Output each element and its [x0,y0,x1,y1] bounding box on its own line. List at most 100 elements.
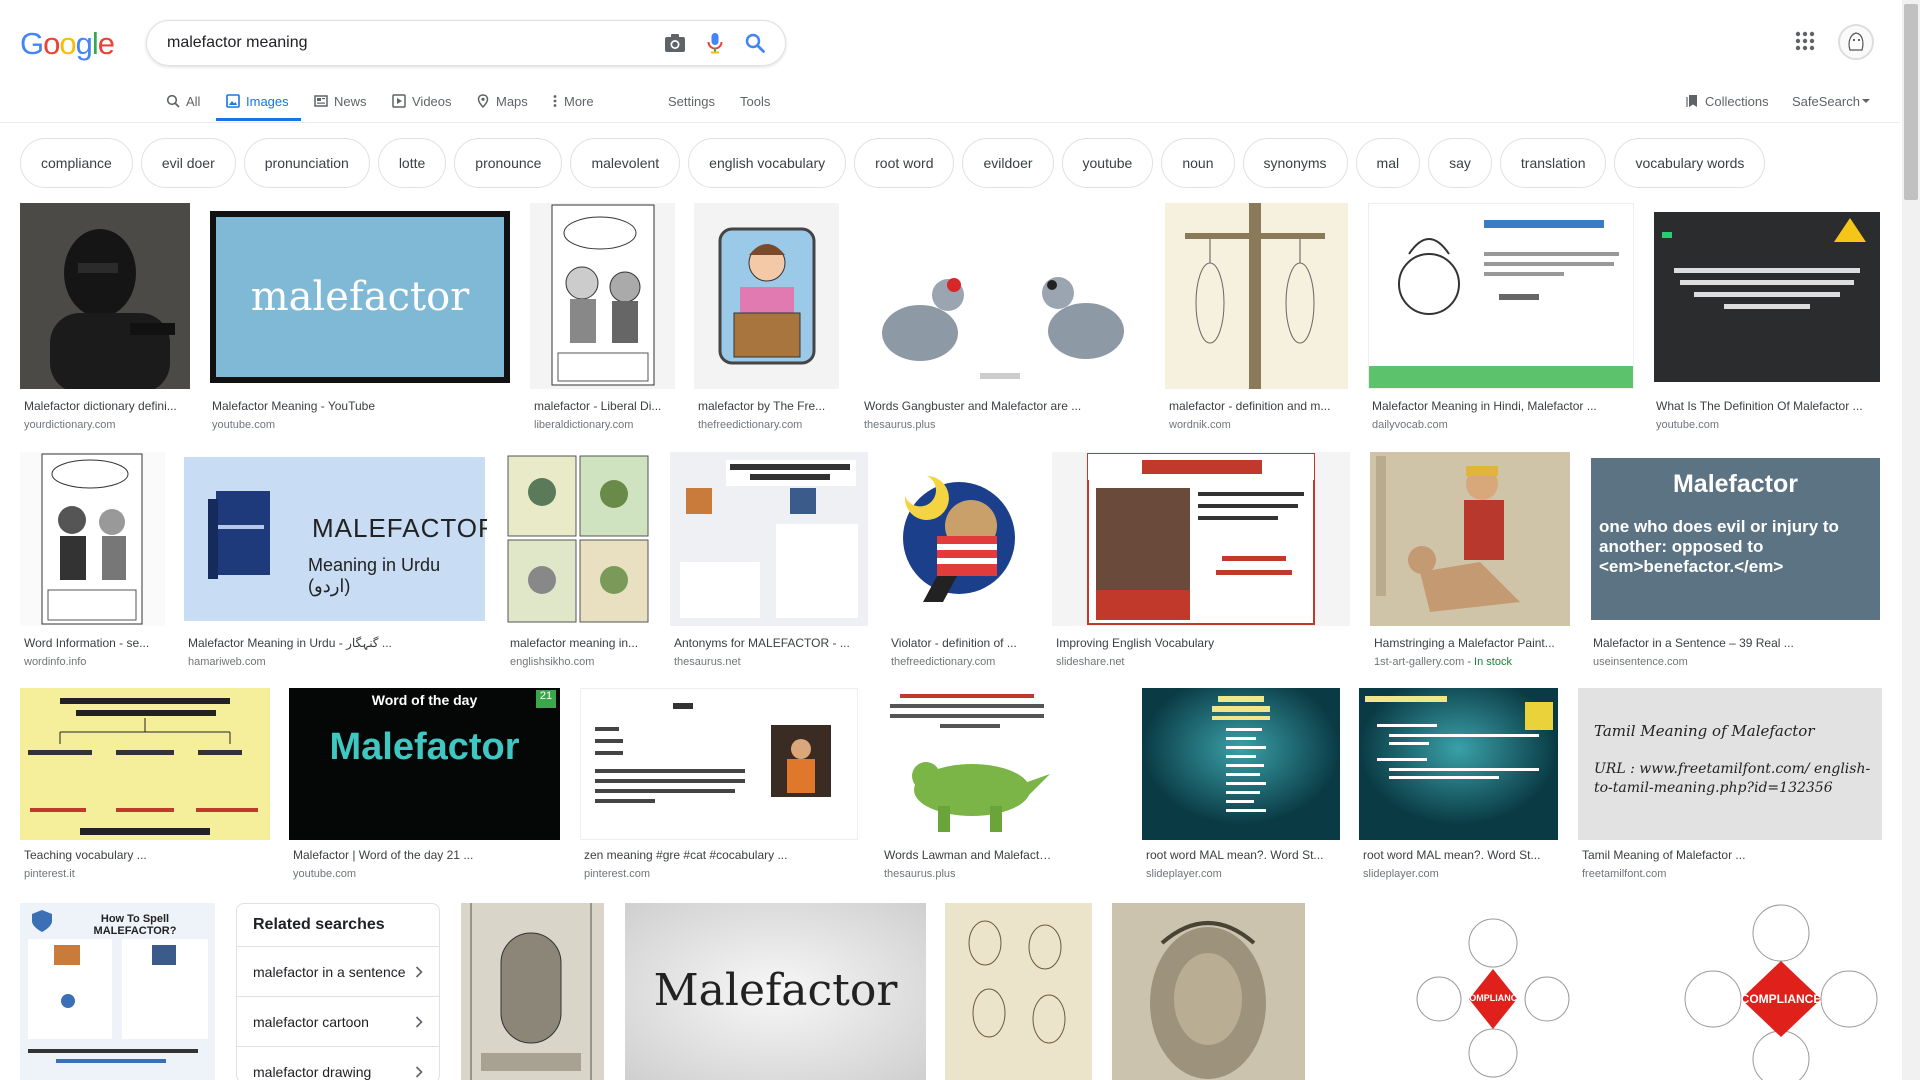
image-result[interactable]: malefactor - definition and m... wordnik… [1165,203,1348,435]
tab-label: Images [246,93,289,109]
result-title: root word MAL mean?. Word St... [1146,848,1324,862]
tab-images[interactable]: Images [226,90,289,112]
settings-link[interactable]: Settings [668,90,715,112]
chip[interactable]: pronunciation [243,138,370,188]
result-source: yourdictionary.com [24,419,116,431]
image-result[interactable] [461,903,604,1080]
image-result[interactable]: Malefactor Meaning in Hindi, Malefactor … [1368,203,1634,435]
image-result[interactable]: MALEFACTOR Meaning in Urdu (اردو) Malefa… [184,452,487,668]
search-icon [166,94,180,108]
chip[interactable]: english vocabulary [688,138,847,188]
result-thumbnail [945,903,1092,1080]
google-logo[interactable]: Google [20,26,115,62]
thumb-text: MALEFACTOR [312,513,487,543]
image-result[interactable]: malefactor Malefactor Meaning - YouTube … [210,203,510,435]
related-search-item[interactable]: malefactor drawing [237,1046,439,1080]
thumb-text: COMPLIANCE [1740,992,1822,1006]
result-source: hamariweb.com [188,656,266,668]
chip[interactable]: evildoer [962,138,1054,188]
thumb-text: Tamil Meaning of Malefactor [1594,722,1815,740]
result-source: dailyvocab.com [1372,419,1448,431]
image-result[interactable]: Improving English Vocabulary slideshare.… [1052,452,1350,668]
image-result[interactable]: Malefactor [625,903,926,1080]
camera-icon[interactable] [655,23,695,63]
image-result[interactable]: Teaching vocabulary ... pinterest.it [20,688,270,884]
image-result[interactable] [1112,903,1305,1080]
image-result[interactable]: How To Spell MALEFACTOR? [20,903,215,1080]
image-result[interactable]: Words Lawman and Malefactor are ... thes… [880,688,1054,884]
account-avatar[interactable] [1838,24,1874,60]
tab-more[interactable]: More [552,90,594,112]
image-result[interactable]: root word MAL mean?. Word St... slidepla… [1142,688,1340,884]
result-title: Malefactor dictionary defini... [24,399,177,413]
result-title: malefactor - definition and m... [1169,399,1331,413]
image-result[interactable] [945,903,1092,1080]
related-heading: Related searches [253,916,385,933]
image-result[interactable]: malefactor by The Fre... thefreedictiona… [694,203,839,435]
image-result[interactable]: Word Information - se... wordinfo.info [20,452,165,668]
chip[interactable]: lotte [377,138,447,188]
chip[interactable]: translation [1499,138,1607,188]
image-result[interactable]: What Is The Definition Of Malefactor ...… [1652,203,1882,435]
collections-link[interactable]: Collections [1686,90,1769,112]
chip[interactable]: evil doer [140,138,236,188]
tab-all[interactable]: All [166,90,200,112]
result-source: wordnik.com [1169,419,1231,431]
chip[interactable]: pronounce [454,138,563,188]
image-result[interactable]: Malefactor one who does evil or injury t… [1589,452,1882,668]
scrollbar-thumb[interactable] [1904,4,1918,200]
chip[interactable]: compliance [20,138,133,188]
search-box[interactable]: malefactor meaning [146,20,786,66]
chip[interactable]: root word [854,138,955,188]
image-result[interactable]: malefactor - Liberal Di... liberaldictio… [530,203,675,435]
microphone-icon[interactable] [695,23,735,63]
result-thumbnail [1416,918,1570,1078]
chip[interactable]: malevolent [570,138,681,188]
result-source: slideplayer.com [1146,868,1222,880]
chip[interactable]: mal [1355,138,1421,188]
chip[interactable]: vocabulary words [1614,138,1766,188]
thumb-text: COMPLIANCE [1462,993,1524,1003]
chip[interactable]: say [1428,138,1492,188]
related-search-item[interactable]: malefactor in a sentence [237,946,439,996]
tools-link[interactable]: Tools [740,90,770,112]
tab-videos[interactable]: Videos [392,90,452,112]
image-result[interactable]: Words Gangbuster and Malefactor are ... … [860,203,1146,435]
news-icon [314,95,328,107]
search-input[interactable]: malefactor meaning [167,34,655,52]
chip[interactable]: synonyms [1242,138,1348,188]
safesearch-label: SafeSearch [1792,93,1860,109]
image-result[interactable]: Hamstringing a Malefactor Paint... 1st-a… [1370,452,1570,668]
result-source: thesaurus.net [674,656,741,668]
result-thumbnail [880,688,1054,840]
thumb-text: one who does evil or injury to another: … [1599,517,1839,576]
result-source: englishsikho.com [510,656,595,668]
chip[interactable]: noun [1161,138,1235,188]
chip[interactable]: youtube [1061,138,1154,188]
result-thumbnail: Malefactor one who does evil or injury t… [1589,452,1882,626]
thumb-text: Meaning in Urdu (اردو) [308,555,441,596]
image-result[interactable]: COMPLIANCE [1681,903,1882,1080]
result-thumbnail [580,688,858,840]
image-result[interactable]: root word MAL mean?. Word St... slidepla… [1359,688,1558,884]
search-icon[interactable] [735,23,775,63]
image-result[interactable]: malefactor meaning in... englishsikho.co… [506,452,651,668]
result-thumbnail [670,452,868,626]
tab-maps[interactable]: Maps [476,90,528,112]
image-result[interactable]: Antonyms for MALEFACTOR - ... thesaurus.… [670,452,868,668]
image-result[interactable]: Malefactor dictionary defini... yourdict… [20,203,190,435]
image-result[interactable]: zen meaning #gre #cat #cocabulary ... pi… [580,688,858,884]
tab-news[interactable]: News [314,90,367,112]
result-title: malefactor by The Fre... [698,399,826,413]
image-result[interactable]: COMPLIANCE [1325,903,1661,1080]
image-result[interactable]: Violator - definition of ... thefreedict… [887,452,1032,668]
image-result[interactable]: Tamil Meaning of Malefactor URL : www.fr… [1578,688,1882,884]
apps-grid-icon[interactable] [1794,30,1816,57]
image-result[interactable]: Word of the day 21 Malefactor Malefactor… [289,688,560,884]
in-stock-badge: - In stock [1464,656,1512,668]
chevron-right-icon [415,1015,423,1028]
video-icon [392,94,406,108]
related-search-item[interactable]: malefactor cartoon [237,996,439,1046]
safesearch-dropdown[interactable]: SafeSearch [1792,90,1870,112]
result-title: Malefactor Meaning in Urdu - گنہگار ... [188,636,392,650]
